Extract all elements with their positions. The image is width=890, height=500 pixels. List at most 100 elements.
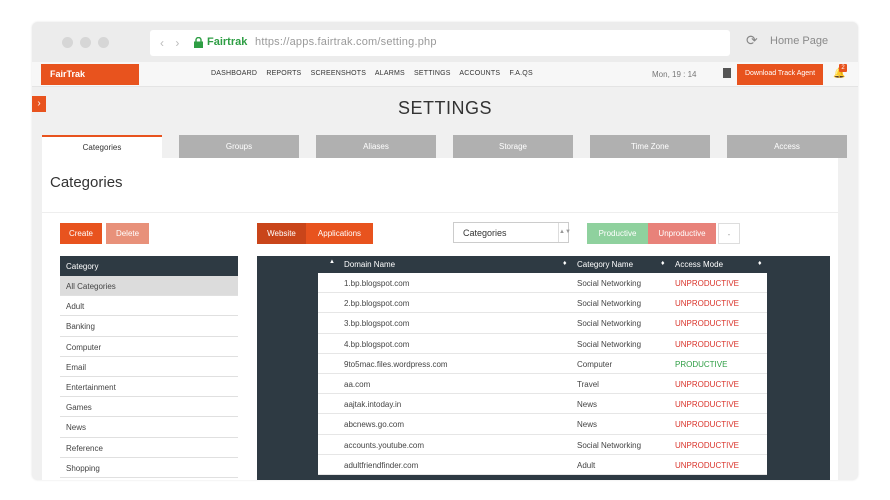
list-item[interactable]: Entertainment (60, 376, 238, 398)
download-agent-button[interactable]: Download Track Agent (737, 64, 823, 85)
menu-screenshots[interactable]: SCREENSHOTS (311, 70, 367, 77)
address-bar[interactable]: ‹ › Fairtrak https://apps.fairtrak.com/s… (150, 30, 730, 56)
browser-window: ‹ › Fairtrak https://apps.fairtrak.com/s… (32, 22, 858, 480)
settings-tabs: Categories Groups Aliases Storage Time Z… (42, 135, 848, 158)
window-maximize-dot[interactable] (98, 37, 109, 48)
table-row[interactable]: 3.bp.blogspot.com Social Networking UNPROD… (318, 313, 767, 334)
create-button[interactable]: Create (60, 223, 102, 244)
menu-reports[interactable]: REPORTS (266, 70, 301, 77)
list-item[interactable]: Email (60, 356, 238, 377)
mode-cell: UNPRODUCTIVE (675, 319, 740, 329)
site-name: Fairtrak (207, 36, 248, 48)
category-list: Category All Categories Adult Banking Co… (60, 256, 238, 478)
domain-table: ▲ Domain Name ♦ Category Name ♦ Access M… (257, 256, 830, 480)
domain-cell: accounts.youtube.com (344, 440, 425, 450)
chevron-down-icon: ▲▼ (558, 223, 571, 242)
domain-cell: aajtak.intoday.in (344, 400, 402, 410)
tab-access[interactable]: Access (727, 135, 847, 158)
tab-time-zone[interactable]: Time Zone (590, 135, 710, 158)
column-domain-name[interactable]: Domain Name (344, 260, 395, 269)
mode-cell: UNPRODUCTIVE (675, 400, 740, 410)
domain-cell: 4.bp.blogspot.com (344, 339, 410, 349)
table-row[interactable]: abcnews.go.com News UNPRODUCTIVE (318, 414, 767, 435)
table-row[interactable]: adultfriendfinder.com Adult UNPRODUCTIVE (318, 454, 767, 475)
table-row[interactable]: accounts.youtube.com Social Networking UNP… (318, 434, 767, 455)
domain-cell: 3.bp.blogspot.com (344, 319, 410, 329)
category-cell: Social Networking (577, 279, 642, 288)
mode-cell: UNPRODUCTIVE (675, 299, 740, 309)
list-item[interactable]: Banking (60, 316, 238, 337)
table-row[interactable]: 2.bp.blogspot.com Social Networking UNPROD… (318, 293, 767, 314)
menu-dashboard[interactable]: DASHBOARD (211, 70, 257, 77)
document-icon[interactable] (723, 68, 731, 78)
applications-toggle[interactable]: Applications (306, 223, 373, 244)
tab-storage[interactable]: Storage (453, 135, 573, 158)
main-menu: DASHBOARD REPORTS SCREENSHOTS ALARMS SET… (211, 70, 540, 77)
window-close-dot[interactable] (62, 37, 73, 48)
back-forward-arrows[interactable]: ‹ › (160, 36, 183, 50)
list-item[interactable]: News (60, 417, 238, 438)
tab-categories[interactable]: Categories (42, 135, 162, 158)
table-row[interactable]: 9to5mac.files.wordpress.com Computer PRODU… (318, 353, 767, 374)
reload-icon[interactable]: ⟳ (746, 32, 758, 49)
list-item[interactable]: Shopping (60, 457, 238, 478)
table-row[interactable]: aajtak.intoday.in News UNPRODUCTIVE (318, 394, 767, 415)
list-item[interactable]: Games (60, 397, 238, 418)
domain-cell: aa.com (344, 379, 371, 389)
category-cell: Social Networking (577, 299, 642, 309)
page-title: SETTINGS (397, 98, 492, 118)
productive-button[interactable]: Productive (587, 223, 648, 244)
domain-cell: 1.bp.blogspot.com (344, 279, 410, 288)
category-select-value: Categories (463, 228, 507, 238)
lock-icon (194, 37, 203, 48)
category-cell: Adult (577, 460, 596, 470)
mode-cell: UNPRODUCTIVE (675, 279, 740, 288)
delete-button[interactable]: Delete (106, 223, 149, 244)
domain-cell: adultfriendfinder.com (344, 460, 419, 470)
unproductive-button[interactable]: Unproductive (648, 223, 716, 244)
tab-aliases[interactable]: Aliases (316, 135, 436, 158)
domain-cell: 2.bp.blogspot.com (344, 299, 410, 309)
divider (42, 212, 838, 213)
table-header: ▲ Domain Name ♦ Category Name ♦ Access M… (257, 256, 830, 272)
column-access-mode[interactable]: Access Mode (675, 260, 723, 269)
sort-icon[interactable]: ♦ (563, 260, 567, 267)
category-select[interactable]: Categories ▲▼ (453, 222, 571, 243)
logo-text: FairTrak (50, 69, 86, 79)
list-item[interactable]: Adult (60, 296, 238, 317)
list-item[interactable]: Computer (60, 336, 238, 357)
fairtrak-logo[interactable]: FairTrak (41, 64, 139, 85)
section-title: Categories (50, 174, 123, 191)
category-cell: Travel (577, 379, 599, 389)
table-row[interactable]: aa.com Travel UNPRODUCTIVE (318, 373, 767, 395)
mode-cell: UNPRODUCTIVE (675, 379, 740, 389)
browser-chrome: ‹ › Fairtrak https://apps.fairtrak.com/s… (32, 22, 858, 62)
table-row[interactable]: 4.bp.blogspot.com Social Networking UNPROD… (318, 333, 767, 354)
menu-settings[interactable]: SETTINGS (414, 70, 451, 77)
url-text[interactable]: https://apps.fairtrak.com/setting.php (255, 36, 437, 48)
menu-faqs[interactable]: F.A.QS (509, 70, 532, 77)
table-body: 1.bp.blogspot.com Social Networking UNPROD… (318, 273, 767, 475)
menu-accounts[interactable]: ACCOUNTS (459, 70, 500, 77)
app-header: FairTrak DASHBOARD REPORTS SCREENSHOTS A… (32, 62, 858, 87)
sort-icon[interactable]: ♦ (661, 260, 665, 267)
sort-icon[interactable]: ♦ (758, 260, 762, 267)
mode-cell: UNPRODUCTIVE (675, 440, 740, 450)
column-category-name[interactable]: Category Name (577, 260, 633, 269)
sort-asc-icon[interactable]: ▲ (329, 259, 335, 265)
menu-alarms[interactable]: ALARMS (375, 70, 405, 77)
home-page-link[interactable]: Home Page (770, 35, 828, 47)
list-item[interactable]: Reference (60, 437, 238, 458)
notification-badge: 2 (839, 64, 847, 72)
list-item[interactable]: All Categories (60, 276, 238, 297)
tab-groups[interactable]: Groups (179, 135, 299, 158)
domain-cell: abcnews.go.com (344, 420, 405, 430)
mode-cell: UNPRODUCTIVE (675, 420, 740, 430)
date-display: Mon, 19 : 14 (652, 70, 697, 79)
neutral-button[interactable]: - (718, 223, 740, 244)
mode-cell: PRODUCTIVE (675, 359, 728, 369)
window-minimize-dot[interactable] (80, 37, 91, 48)
table-row[interactable]: 1.bp.blogspot.com Social Networking UNPROD… (318, 273, 767, 294)
website-toggle[interactable]: Website (257, 223, 306, 244)
category-cell: Social Networking (577, 339, 642, 349)
